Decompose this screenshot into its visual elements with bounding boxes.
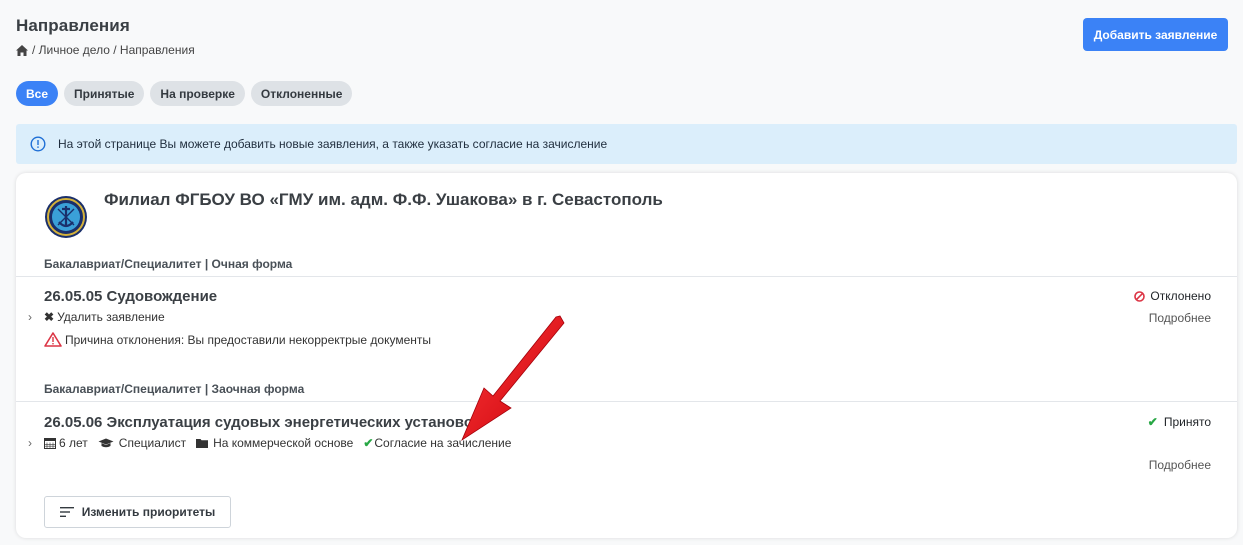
expand-chevron-icon[interactable]: › (28, 436, 32, 450)
expand-chevron-icon[interactable]: › (28, 310, 32, 324)
institution-name: Филиал ФГБОУ ВО «ГМУ им. адм. Ф.Ф. Ушако… (104, 190, 663, 209)
program-title-navigation: 26.05.05 Судовождение (44, 288, 218, 305)
page-header: Направления / Личное дело / Направления (16, 16, 195, 57)
graduation-cap-icon (98, 438, 114, 447)
tab-rejected[interactable]: Отклоненные (250, 81, 353, 106)
breadcrumb: / Личное дело / Направления (16, 43, 195, 57)
filter-tabs: Все Принятые На проверке Отклоненные (16, 81, 353, 106)
tab-on-review[interactable]: На проверке (150, 81, 245, 106)
check-icon: ✔ (1147, 415, 1158, 429)
program-title-marine-power: 26.05.06 Эксплуатация судовых энергетиче… (44, 414, 481, 431)
divider (16, 401, 1237, 402)
breadcrumb-path[interactable]: / Личное дело / Направления (32, 43, 195, 57)
divider (16, 276, 1237, 277)
reject-reason-text: Причина отклонения: Вы предоставили неко… (65, 332, 432, 347)
delete-application-link[interactable]: ✖ Удалить заявление (44, 310, 165, 324)
close-icon: ✖ (44, 310, 55, 324)
consent-label[interactable]: Согласие на зачисление (374, 436, 511, 450)
institution-card: Филиал ФГБОУ ВО «ГМУ им. адм. Ф.Ф. Ушако… (16, 173, 1237, 538)
change-priorities-button[interactable]: Изменить приоритеты (44, 496, 231, 528)
program-meta: 6 лет Специалист На коммерческой основе … (44, 436, 511, 450)
institution-logo (45, 196, 87, 238)
group-label-parttime: Бакалавриат/Специалитет | Заочная форма (44, 382, 305, 396)
status-text: Отклонено (1150, 289, 1211, 303)
status-badge-rejected: Отклонено (1134, 289, 1211, 303)
status-badge-accepted: ✔ Принято (1148, 415, 1211, 429)
folder-icon (196, 439, 209, 448)
sort-lines-icon (59, 507, 74, 517)
info-icon (30, 136, 46, 152)
home-icon[interactable] (16, 44, 28, 56)
change-priorities-label: Изменить приоритеты (81, 505, 216, 519)
page-title: Направления (16, 16, 130, 35)
check-icon: ✔ (363, 436, 374, 450)
status-text: Принято (1163, 415, 1211, 429)
group-label-fulltime: Бакалавриат/Специалитет | Очная форма (44, 257, 293, 271)
details-link[interactable]: Подробнее (1149, 311, 1211, 325)
tab-all[interactable]: Все (16, 81, 59, 106)
degree-level: Специалист (118, 436, 187, 450)
tab-accepted[interactable]: Принятые (64, 81, 145, 106)
add-application-button[interactable]: Добавить заявление (1083, 18, 1228, 51)
ban-icon (1134, 290, 1146, 302)
funding-basis: На коммерческой основе (213, 436, 354, 450)
duration: 6 лет (59, 436, 88, 450)
delete-application-label: Удалить заявление (57, 310, 165, 324)
reject-reason: Причина отклонения: Вы предоставили неко… (44, 332, 431, 347)
warning-icon (44, 332, 62, 347)
info-text: На этой странице Вы можете добавить новы… (58, 137, 608, 151)
calendar-icon (44, 438, 56, 449)
info-alert: На этой странице Вы можете добавить новы… (16, 124, 1237, 164)
details-link[interactable]: Подробнее (1149, 458, 1211, 472)
